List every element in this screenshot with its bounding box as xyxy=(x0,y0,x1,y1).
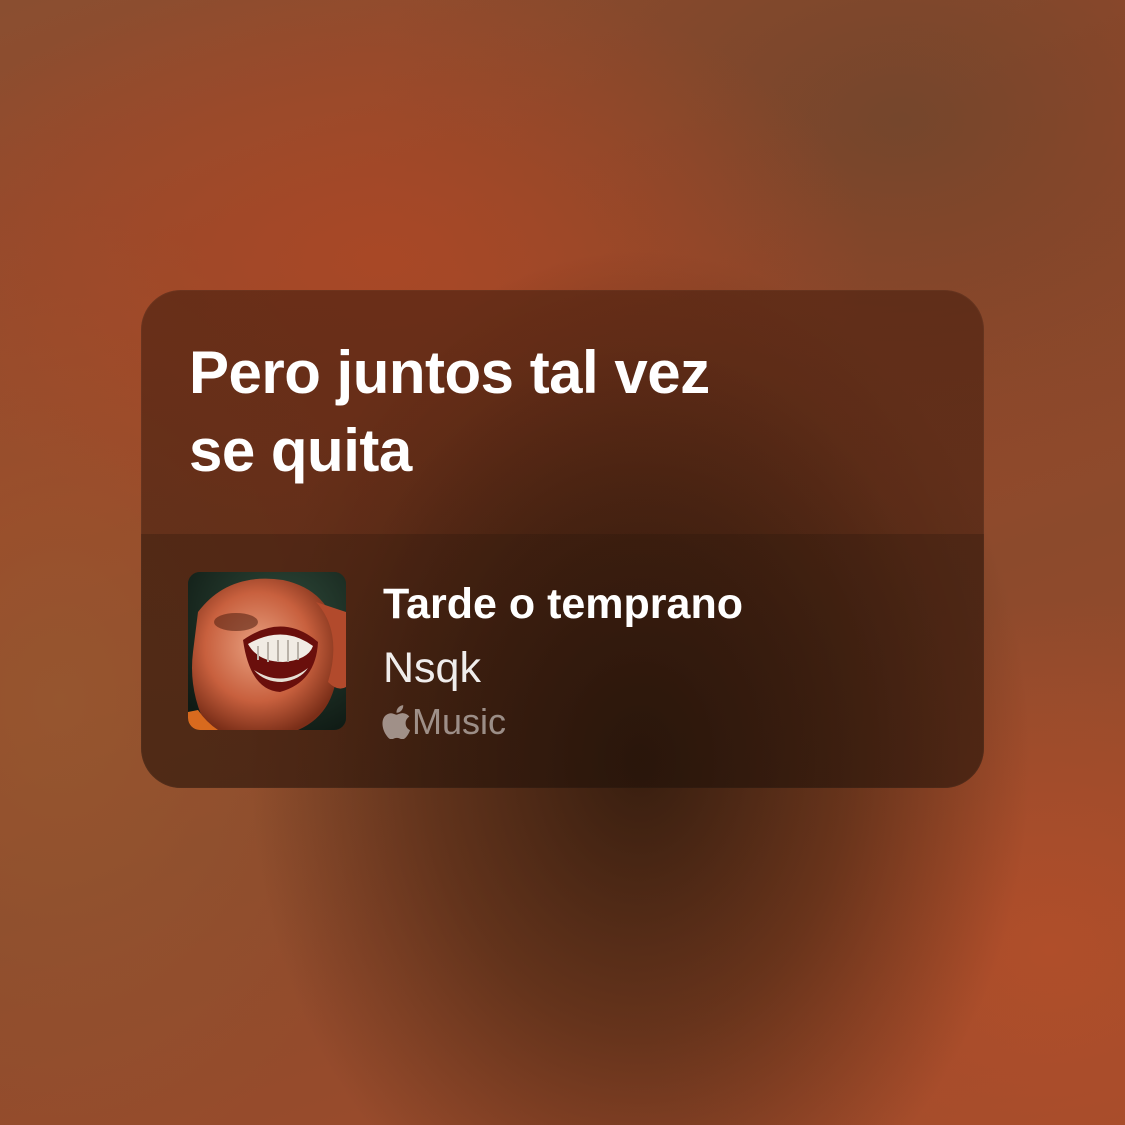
album-artwork-image xyxy=(188,572,346,730)
lyric-line-2: se quita xyxy=(189,417,412,484)
lyric-text: Pero juntos tal vez se quita xyxy=(189,334,929,490)
track-info[interactable]: Tarde o temprano Nsqk Music xyxy=(141,534,984,788)
track-title: Tarde o temprano xyxy=(383,580,743,628)
lyric-section: Pero juntos tal vez se quita xyxy=(141,290,984,534)
album-artwork[interactable] xyxy=(188,572,346,730)
lyric-line-1: Pero juntos tal vez xyxy=(189,339,710,406)
service-label: Music xyxy=(412,701,507,742)
service-badge: Music xyxy=(381,700,506,744)
track-artist: Nsqk xyxy=(383,644,481,692)
apple-logo-icon xyxy=(382,705,410,739)
lyric-share-card[interactable]: Pero juntos tal vez se quita Tarde o tem… xyxy=(141,290,984,788)
